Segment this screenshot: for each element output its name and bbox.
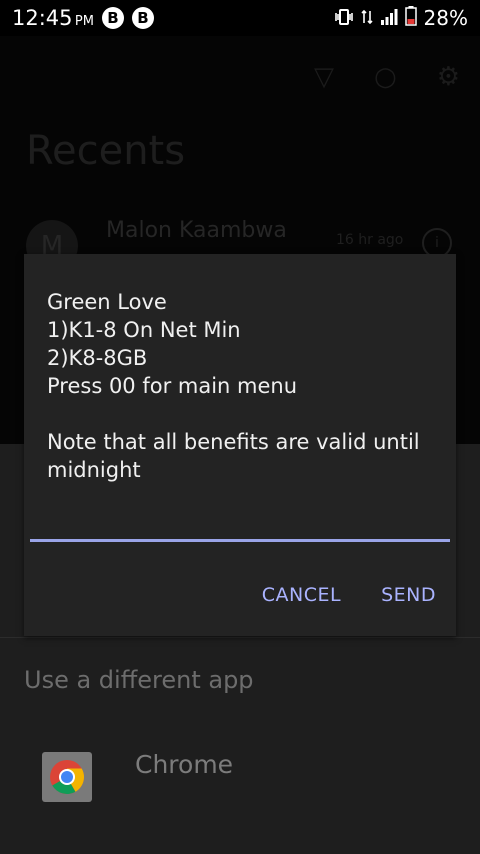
filter-icon: ▽ <box>314 62 334 92</box>
clock-time: 12:45 <box>12 6 73 30</box>
dialog-message: Green Love 1)K1-8 On Net Min 2)K8-8GB Pr… <box>47 290 420 482</box>
data-transfer-icon <box>360 6 373 30</box>
contact-time: 16 hr ago <box>336 232 404 248</box>
divider <box>0 637 480 638</box>
status-right: 28% <box>334 5 468 31</box>
signal-icon <box>380 6 398 30</box>
reply-input[interactable] <box>30 539 450 542</box>
notification-b-icon: B <box>131 7 154 29</box>
clock-ampm: PM <box>74 14 94 29</box>
ussd-dialog: Green Love 1)K1-8 On Net Min 2)K8-8GB Pr… <box>24 254 456 636</box>
status-left: 12:45 PM B B <box>12 6 154 30</box>
search-icon: ○ <box>374 62 397 92</box>
send-button[interactable]: SEND <box>361 580 456 610</box>
vibrate-icon <box>334 6 354 30</box>
toolbar: ▽ ○ ⚙ <box>314 62 460 92</box>
battery-percent: 28% <box>423 6 468 30</box>
sheet-title: Use a different app <box>24 666 254 694</box>
cancel-button[interactable]: CANCEL <box>242 580 361 610</box>
notification-b-icon: B <box>101 7 124 29</box>
contact-name: Malon Kaambwa <box>106 218 287 243</box>
app-name: Chrome <box>135 750 234 779</box>
dialog-actions: CANCEL SEND <box>242 580 456 610</box>
status-time: 12:45 PM <box>12 6 94 30</box>
gear-icon: ⚙ <box>436 62 460 92</box>
chrome-icon <box>42 752 92 802</box>
page-title: Recents <box>26 128 186 174</box>
status-bar: 12:45 PM B B 28% <box>0 0 480 36</box>
app-option-chrome[interactable]: Chrome <box>42 750 462 806</box>
battery-icon <box>404 5 417 31</box>
